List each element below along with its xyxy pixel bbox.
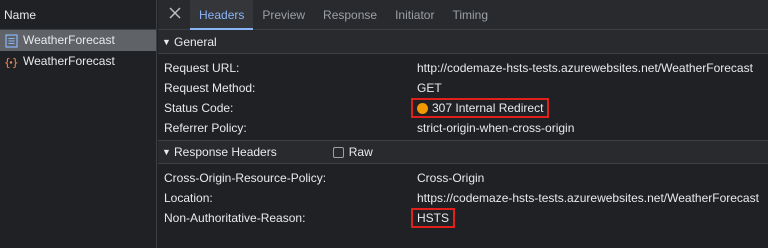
response-headers-section-header[interactable]: ▼ Response Headers Raw [158, 140, 768, 164]
name-column-label: Name [4, 8, 37, 22]
header-key: Location: [164, 191, 213, 205]
header-row-request-method: Request Method: GET [158, 78, 768, 98]
request-item-document[interactable]: WeatherForecast [0, 30, 156, 51]
svg-text:}: } [12, 56, 18, 69]
header-key: Request URL: [164, 61, 240, 75]
header-value: GET [417, 81, 442, 95]
tab-label: Initiator [395, 7, 435, 22]
request-details-pane: Headers Preview Response Initiator Timin… [158, 0, 768, 248]
expand-triangle-icon: ▼ [162, 36, 171, 47]
expand-triangle-icon: ▼ [162, 147, 171, 157]
response-header-rows: Cross-Origin-Resource-Policy: Cross-Orig… [158, 164, 768, 230]
header-value: HSTS [417, 211, 450, 225]
document-icon [4, 33, 18, 48]
header-value: http://codemaze-hsts-tests.azurewebsites… [417, 61, 753, 75]
close-details-button[interactable] [160, 0, 190, 29]
raw-label: Raw [348, 145, 373, 159]
name-column-header[interactable]: Name [0, 0, 156, 30]
tab-preview[interactable]: Preview [253, 0, 314, 29]
header-row-location: Location: https://codemaze-hsts-tests.az… [158, 188, 768, 208]
details-tabbar: Headers Preview Response Initiator Timin… [158, 0, 768, 30]
request-item-label: WeatherForecast [23, 54, 115, 68]
header-key: Request Method: [164, 81, 256, 95]
tab-label: Response [323, 7, 378, 22]
general-rows: Request URL: http://codemaze-hsts-tests.… [158, 54, 768, 140]
header-row-referrer-policy: Referrer Policy: strict-origin-when-cros… [158, 118, 768, 138]
header-key: Non-Authoritative-Reason: [164, 211, 306, 225]
tab-label: Preview [262, 7, 306, 22]
header-row-status-code: Status Code: 307 Internal Redirect [158, 98, 768, 118]
status-code-value: 307 Internal Redirect [432, 101, 544, 115]
tab-timing[interactable]: Timing [443, 0, 497, 29]
fetch-xhr-icon: { } [4, 55, 18, 69]
tab-label: Headers [199, 7, 245, 22]
tab-headers[interactable]: Headers [190, 0, 254, 30]
tab-initiator[interactable]: Initiator [386, 0, 443, 29]
header-key: Cross-Origin-Resource-Policy: [164, 171, 327, 185]
header-key: Referrer Policy: [164, 121, 247, 135]
header-key: Status Code: [164, 101, 234, 115]
request-list-pane: Name WeatherForecast { } WeatherForecast [0, 0, 157, 248]
svg-text:{: { [4, 56, 11, 69]
raw-checkbox[interactable] [332, 146, 344, 158]
header-value: Cross-Origin [417, 171, 485, 185]
raw-toggle[interactable]: Raw [332, 145, 373, 159]
general-section-title: General [174, 34, 217, 49]
header-value: strict-origin-when-cross-origin [417, 121, 575, 135]
hsts-highlight: HSTS [411, 208, 456, 228]
header-value: https://codemaze-hsts-tests.azurewebsite… [417, 191, 759, 205]
status-code-highlight: 307 Internal Redirect [411, 98, 550, 118]
close-icon [168, 6, 182, 23]
general-section-header[interactable]: ▼ General [158, 30, 768, 54]
request-item-label: WeatherForecast [23, 33, 115, 47]
tab-label: Timing [452, 7, 489, 22]
header-row-non-authoritative-reason: Non-Authoritative-Reason: HSTS [158, 208, 768, 228]
header-row-corp: Cross-Origin-Resource-Policy: Cross-Orig… [158, 168, 768, 188]
tab-response[interactable]: Response [314, 0, 386, 29]
status-dot-icon [417, 102, 428, 114]
request-item-fetch[interactable]: { } WeatherForecast [0, 51, 156, 72]
response-headers-title: Response Headers [174, 145, 277, 159]
header-row-request-url: Request URL: http://codemaze-hsts-tests.… [158, 58, 768, 78]
